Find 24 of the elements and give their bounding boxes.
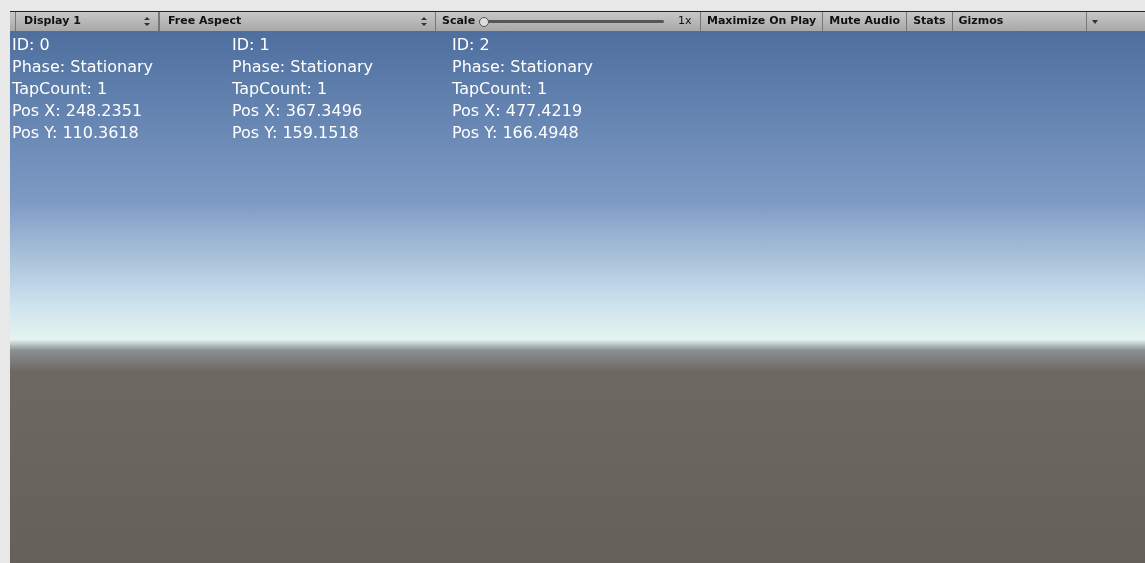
touch-position-x: Pos X: 248.2351	[12, 100, 144, 122]
touch-phase: Phase: Stationary	[12, 56, 154, 78]
caret-icon	[1091, 19, 1098, 24]
touch-position-x: Pos X: 477.4219	[452, 100, 584, 122]
scale-reading: 1x	[678, 13, 692, 30]
display-label: Display 1	[24, 13, 81, 30]
touch-position-x: Pos X: 367.3496	[232, 100, 364, 122]
touch-position-y: Pos Y: 166.4948	[452, 122, 580, 144]
touch-tap-count: TapCount: 1	[12, 78, 109, 100]
touch-tap-count: TapCount: 1	[452, 78, 549, 100]
touch-phase: Phase: Stationary	[232, 56, 374, 78]
touch-tap-count: TapCount: 1	[232, 78, 329, 100]
aspect-label: Free Aspect	[168, 13, 242, 30]
scale-slider[interactable]	[479, 16, 665, 27]
up-down-arrows-icon	[421, 17, 427, 26]
scale-label: Scale	[442, 13, 476, 30]
touch-id: ID: 0	[12, 34, 51, 56]
touch-id: ID: 1	[232, 34, 271, 56]
touch-position-y: Pos Y: 159.1518	[232, 122, 360, 144]
slider-thumb[interactable]	[479, 16, 490, 27]
touch-phase: Phase: Stationary	[452, 56, 594, 78]
touch-id: ID: 2	[452, 34, 491, 56]
up-down-arrows-icon	[144, 17, 150, 26]
touch-position-y: Pos Y: 110.3618	[12, 122, 140, 144]
